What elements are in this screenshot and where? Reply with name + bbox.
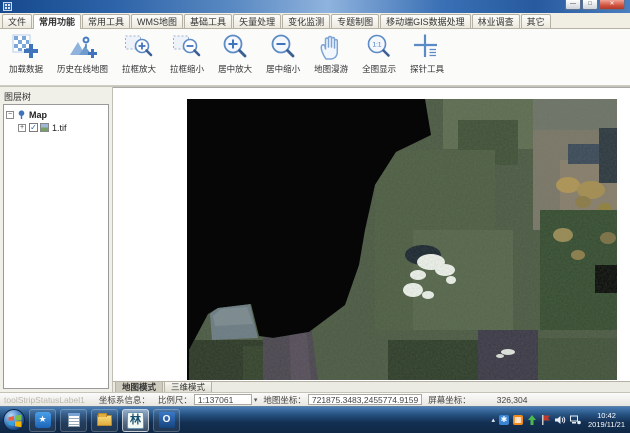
- tab-mobile-gis-data[interactable]: 移动端GIS数据处理: [380, 14, 471, 28]
- tab-file[interactable]: 文件: [2, 14, 32, 28]
- tool-label: 加载数据: [9, 63, 43, 75]
- map-canvas[interactable]: [113, 87, 630, 381]
- coord-sys-label: 坐标系信息：: [99, 394, 150, 406]
- raster-thumbnail-icon: [40, 123, 49, 132]
- system-tray: ▴ ✱ ▦ 10:42 2019/11/21: [492, 411, 630, 429]
- tool-label: 探针工具: [410, 63, 444, 75]
- tool-label: 历史在线地图: [57, 63, 108, 75]
- tool-label: 地图漫游: [314, 63, 348, 75]
- folder-app-icon: [97, 415, 112, 426]
- tray-security-icon[interactable]: ✱: [499, 415, 509, 425]
- tray-update-icon[interactable]: [527, 415, 537, 425]
- load-data-button[interactable]: 加载数据: [2, 31, 50, 76]
- layer-panel-title: 图层树: [0, 87, 112, 105]
- box-zoom-out-icon: [172, 33, 202, 61]
- full-extent-button[interactable]: 1:1 全图显示: [355, 31, 403, 76]
- collapse-icon[interactable]: −: [6, 111, 14, 119]
- pan-hand-icon: [316, 33, 346, 61]
- close-button[interactable]: ✕: [599, 0, 625, 10]
- tab-common-functions[interactable]: 常用功能: [33, 14, 81, 29]
- scale-input[interactable]: 1:137061: [194, 394, 252, 405]
- map-node-label: Map: [29, 110, 47, 120]
- taskbar-app-folder[interactable]: [91, 409, 118, 432]
- start-button[interactable]: [3, 409, 25, 431]
- taskbar-clock[interactable]: 10:42 2019/11/21: [588, 411, 625, 429]
- box-zoom-in-icon: [124, 33, 154, 61]
- tab-basic-tools[interactable]: 基础工具: [184, 14, 232, 28]
- tool-label: 拉框缩小: [170, 63, 204, 75]
- tab-forestry-survey[interactable]: 林业调查: [472, 14, 520, 28]
- tree-node-map[interactable]: − Map: [6, 108, 106, 121]
- load-data-icon: [11, 33, 41, 61]
- status-bar: toolStripStatusLabel1 坐标系信息： 比例尺： 1:1370…: [0, 392, 630, 406]
- app-logo-icon: [3, 2, 12, 11]
- tool-label: 拉框放大: [122, 63, 156, 75]
- center-zoom-in-button[interactable]: 居中放大: [211, 31, 259, 76]
- screen-coord-value: 326,304: [497, 395, 528, 405]
- tab-thematic-mapping[interactable]: 专题制图: [331, 14, 379, 28]
- windows-taskbar: ★ 林 O ▴ ✱ ▦: [0, 406, 630, 433]
- history-online-map-icon: [68, 33, 98, 61]
- ribbon-tab-strip: 文件 常用功能 常用工具 WMS地图 基础工具 矢量处理 变化监测 专题制图 移…: [0, 13, 630, 29]
- taskbar-app-circle[interactable]: O: [153, 409, 180, 432]
- layer-tree: − Map + ✓ 1.tif: [3, 104, 109, 389]
- map-coord-label: 地图坐标：: [263, 394, 306, 406]
- full-extent-icon-text: 1:1: [373, 42, 382, 49]
- star-app-icon: ★: [35, 412, 51, 428]
- taskbar-app-notepad[interactable]: [60, 409, 87, 432]
- clock-time: 10:42: [588, 411, 625, 420]
- taskbar-app-forestry-gis[interactable]: 林: [122, 409, 149, 432]
- satellite-imagery: [113, 88, 630, 382]
- windows-flag-icon: [8, 414, 22, 428]
- center-zoom-in-icon: [220, 33, 250, 61]
- application-window: — □ ✕ 文件 常用功能 常用工具 WMS地图 基础工具 矢量处理 变化监测 …: [0, 0, 630, 433]
- scale-label: 比例尺：: [158, 394, 192, 406]
- title-bar: — □ ✕: [0, 0, 630, 13]
- status-placeholder-label: toolStripStatusLabel1: [4, 395, 85, 405]
- tray-flag-icon[interactable]: [541, 415, 551, 425]
- notepad-app-icon: [68, 413, 80, 427]
- maximize-button[interactable]: □: [582, 0, 598, 10]
- box-zoom-in-button[interactable]: 拉框放大: [115, 31, 163, 76]
- box-zoom-out-button[interactable]: 拉框缩小: [163, 31, 211, 76]
- screen-coord-label: 屏幕坐标：: [428, 394, 471, 406]
- tool-label: 居中放大: [218, 63, 252, 75]
- forestry-app-icon: 林: [127, 412, 144, 429]
- expand-icon[interactable]: +: [18, 124, 26, 132]
- tab-wms-map[interactable]: WMS地图: [131, 14, 183, 28]
- layer-node-label: 1.tif: [52, 123, 67, 133]
- network-icon[interactable]: [570, 415, 581, 425]
- layer-tree-panel: 图层树 − Map + ✓ 1.tif: [0, 87, 113, 393]
- center-zoom-out-button[interactable]: 居中缩小: [259, 31, 307, 76]
- circle-app-icon: O: [159, 412, 175, 428]
- map-coord-value: 721875.3483,2455774.9159: [308, 394, 422, 405]
- probe-crosshair-icon: [412, 33, 442, 61]
- tree-node-layer[interactable]: + ✓ 1.tif: [6, 121, 106, 134]
- toolbar: 加载数据 历史在线地图 拉框放大: [0, 29, 630, 86]
- center-zoom-out-icon: [268, 33, 298, 61]
- tool-label: 全图显示: [362, 63, 396, 75]
- pan-button[interactable]: 地图漫游: [307, 31, 355, 76]
- layer-visibility-checkbox[interactable]: ✓: [29, 123, 38, 132]
- scale-dropdown-icon[interactable]: ▾: [254, 396, 258, 404]
- main-area: 图层树 − Map + ✓ 1.tif: [0, 86, 630, 392]
- tab-other[interactable]: 其它: [521, 14, 551, 28]
- tab-vector-processing[interactable]: 矢量处理: [233, 14, 281, 28]
- tool-label: 居中缩小: [266, 63, 300, 75]
- map-node-icon: [17, 110, 26, 119]
- history-online-map-button[interactable]: 历史在线地图: [50, 31, 115, 76]
- probe-tool-button[interactable]: 探针工具: [403, 31, 451, 76]
- volume-icon[interactable]: [555, 415, 566, 425]
- minimize-button[interactable]: —: [565, 0, 581, 10]
- tab-common-tools[interactable]: 常用工具: [82, 14, 130, 28]
- show-hidden-icons-button[interactable]: ▴: [492, 416, 496, 424]
- full-extent-icon: 1:1: [364, 33, 394, 61]
- taskbar-app-star[interactable]: ★: [29, 409, 56, 432]
- clock-date: 2019/11/21: [588, 420, 625, 429]
- tab-change-monitoring[interactable]: 变化监测: [282, 14, 330, 28]
- tray-grid-app-icon[interactable]: ▦: [513, 415, 523, 425]
